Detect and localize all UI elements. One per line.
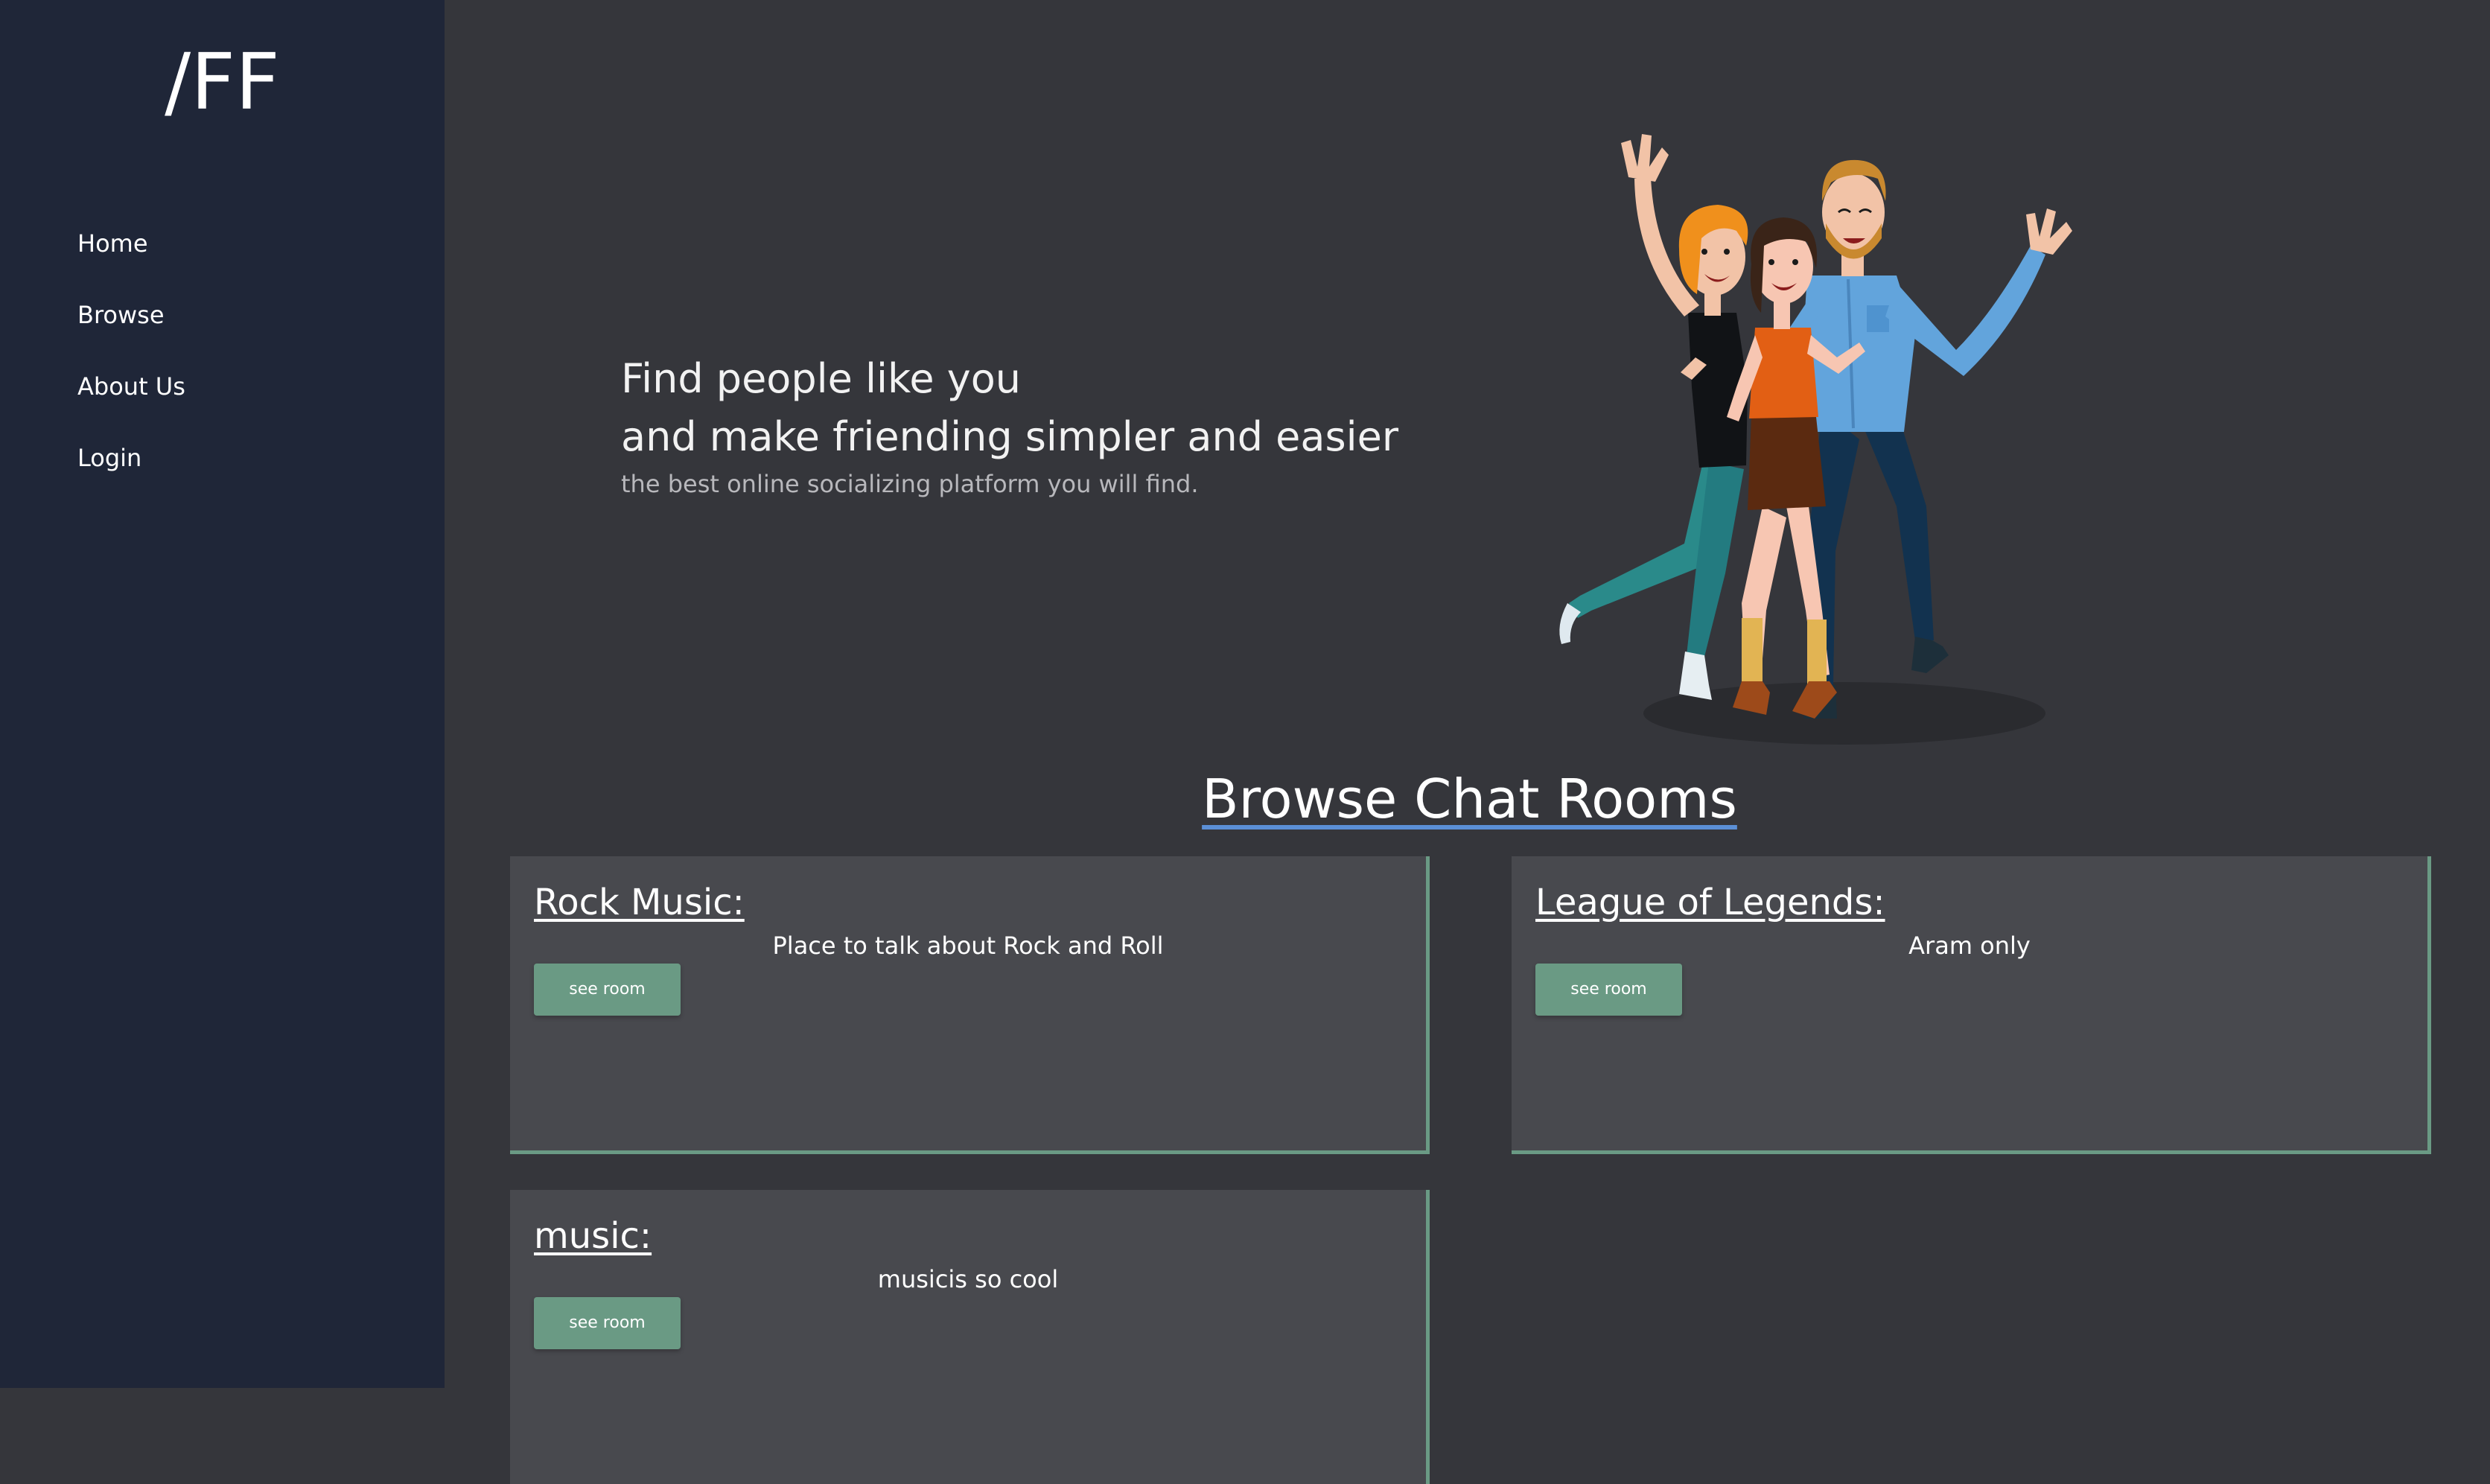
hero-title: Find people like you and make friending … (621, 350, 1398, 466)
friends-illustration (1559, 134, 2072, 745)
nav-item-home[interactable]: Home (77, 229, 185, 300)
room-description: musicis so cool (877, 1265, 1059, 1293)
room-description: Place to talk about Rock and Roll (772, 932, 1164, 960)
sidebar: /FF Home Browse About Us Login (0, 0, 445, 1388)
room-title[interactable]: music: (534, 1212, 652, 1260)
room-description: Aram only (1908, 932, 2031, 960)
sidebar-nav: Home Browse About Us Login (77, 229, 185, 515)
see-room-button[interactable]: see room (1535, 964, 1682, 1016)
room-card: Rock Music: Place to talk about Rock and… (510, 856, 1430, 1154)
nav-item-login[interactable]: Login (77, 443, 185, 515)
browse-title-text[interactable]: Browse Chat Rooms (1202, 768, 1737, 830)
browse-section-title: Browse Chat Rooms (445, 763, 2490, 835)
see-room-button[interactable]: see room (534, 1297, 681, 1349)
room-title[interactable]: Rock Music: (534, 879, 745, 926)
main-content: Find people like you and make friending … (445, 0, 2490, 1484)
hero-title-line2: and make friending simpler and easier (621, 413, 1399, 460)
nav-item-browse[interactable]: Browse (77, 300, 185, 372)
room-title[interactable]: League of Legends: (1535, 879, 1885, 926)
room-card: music: musicis so cool see room (510, 1190, 1430, 1484)
site-logo[interactable]: /FF (0, 37, 445, 127)
hero-title-line1: Find people like you (621, 355, 1021, 402)
room-card: League of Legends: Aram only see room (1512, 856, 2431, 1154)
hero-subtitle: the best online socializing platform you… (621, 470, 1199, 498)
nav-item-about-us[interactable]: About Us (77, 372, 185, 443)
see-room-button[interactable]: see room (534, 964, 681, 1016)
